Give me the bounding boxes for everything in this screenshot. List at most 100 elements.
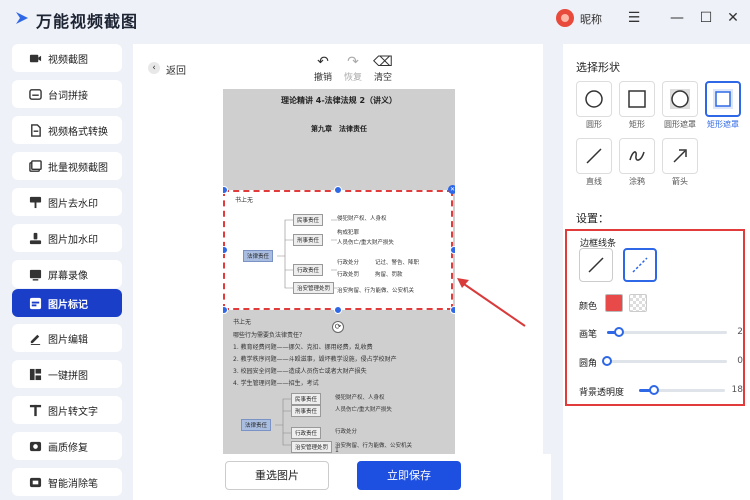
mark-icon — [28, 296, 42, 310]
circle-mask-icon — [670, 89, 690, 109]
sidebar-item-collage[interactable]: 一键拼图 — [12, 360, 122, 388]
doc-line: 2. 教学秩序问题——斗殴滋事，毁坏教学设施，侵占学校财产 — [233, 356, 397, 363]
sidebar-item-image-edit[interactable]: 图片编辑 — [12, 324, 122, 352]
chevron-left-icon[interactable]: ‹ — [148, 62, 160, 74]
shape-scribble-button[interactable] — [619, 138, 655, 174]
selection-rectangle[interactable]: 书上无 法律责任 民事责任 刑事责任 行政责任 治安管理处罚 侵犯财产权、人身权… — [223, 190, 453, 310]
slider-knob[interactable] — [614, 327, 624, 337]
sidebar-item-subtitle[interactable]: 台词拼接 — [12, 80, 122, 108]
red-arrow-annotation — [457, 278, 526, 327]
circle-icon — [585, 90, 603, 108]
minimize-icon[interactable]: — — [667, 8, 687, 28]
brush-size-slider[interactable] — [607, 327, 727, 337]
add-watermark-icon — [28, 231, 42, 245]
shape-label: 圆形遮罩 — [664, 120, 696, 129]
video-icon — [28, 51, 42, 65]
bg-opacity-slider[interactable] — [639, 385, 725, 395]
shape-rectangle-button[interactable] — [619, 81, 655, 117]
maximize-icon[interactable]: ☐ — [696, 8, 716, 28]
redo-icon: ↷ — [347, 54, 359, 70]
doc-title: 理论精讲 4-法律法规 2（讲义） — [280, 96, 398, 105]
corner-radius-slider[interactable] — [602, 356, 727, 366]
sidebar-item-label: 台词拼接 — [48, 90, 88, 102]
mindmap-leaf: 行政处分 — [337, 260, 360, 266]
bg-opacity-label: 背景透明度 — [579, 388, 625, 398]
resize-handle[interactable] — [334, 306, 342, 314]
close-icon[interactable]: ✕ — [448, 185, 455, 194]
doc-question: 哪些行为需要负法律责任？ — [233, 332, 306, 339]
mindmap-leaf: 人员伤亡/重大财产损失 — [337, 240, 394, 246]
rect-mask-icon — [713, 89, 733, 109]
mindmap-leaf: 行政处分 — [335, 429, 358, 435]
sidebar-item-label: 图片加水印 — [48, 234, 98, 246]
sidebar-item-screen-record[interactable]: 屏幕录像 — [12, 260, 122, 288]
sidebar-item-label: 图片标记 — [48, 299, 88, 311]
settings-title: 设置： — [576, 212, 609, 225]
mindmap-branch: 刑事责任 — [291, 405, 322, 417]
mindmap-branch: 刑事责任 — [293, 234, 324, 246]
sidebar-item-label: 屏幕录像 — [48, 270, 88, 282]
redo-button[interactable]: ↷ 恢复 — [336, 54, 370, 83]
sidebar-item-label: 智能消除笔 — [48, 478, 98, 490]
sidebar-item-convert[interactable]: 视频格式转换 — [12, 116, 122, 144]
menu-icon[interactable]: ☰ — [624, 8, 644, 28]
mindmap-leaf: 侵犯财产权、人身权 — [335, 395, 385, 401]
undo-label: 撤销 — [313, 73, 332, 83]
sidebar-item-video-capture[interactable]: 视频截图 — [12, 44, 122, 72]
undo-button[interactable]: ↶ 撤销 — [306, 54, 340, 83]
dashed-line-button[interactable] — [623, 248, 657, 282]
rectangle-icon — [628, 90, 646, 108]
sidebar-item-enhance[interactable]: 画质修复 — [12, 432, 122, 460]
resize-handle[interactable] — [450, 246, 455, 254]
color-swatch-transparent[interactable] — [629, 294, 647, 312]
close-icon[interactable]: ✕ — [723, 8, 743, 28]
eraser-clear-icon: ⌫ — [373, 54, 393, 70]
mindmap-branch: 治安管理处罚 — [291, 441, 333, 453]
remove-watermark-icon — [28, 195, 42, 209]
clear-button[interactable]: ⌫ 清空 — [366, 54, 400, 83]
solid-line-button[interactable] — [579, 248, 613, 282]
save-button[interactable]: 立即保存 — [357, 461, 461, 490]
user-name[interactable]: 昵称 — [580, 11, 602, 27]
mindmap-branch: 治安管理处罚 — [293, 282, 335, 294]
batch-icon — [28, 159, 42, 173]
slider-knob[interactable] — [602, 356, 612, 366]
sidebar-item-add-watermark[interactable]: 图片加水印 — [12, 224, 122, 252]
mindmap-leaf: 构成犯罪 — [337, 230, 360, 236]
rotate-icon[interactable]: ⟳ — [332, 321, 344, 333]
mindmap-leaf: 记过、警告、降职 — [375, 260, 420, 266]
mindmap-branch: 行政责任 — [293, 264, 324, 276]
avatar[interactable] — [556, 9, 574, 27]
shape-line-button[interactable] — [576, 138, 612, 174]
enhance-icon — [28, 439, 42, 453]
shape-circle-mask-button[interactable] — [662, 81, 698, 117]
collage-icon — [28, 367, 42, 381]
brush-size-label: 画笔 — [579, 330, 598, 340]
back-button[interactable]: 返回 — [166, 62, 186, 77]
dashed-line-icon — [632, 257, 648, 273]
doc-line: 4. 学生管理问题——招生，考试 — [233, 380, 319, 387]
eraser-icon — [28, 475, 42, 489]
document-canvas[interactable]: 理论精讲 4-法律法规 2（讲义） 第九章 法律责任 书上无 法律责任 民事责任… — [223, 89, 455, 454]
solid-line-icon — [588, 257, 604, 273]
resize-handle[interactable] — [223, 306, 228, 314]
shape-label: 直线 — [586, 177, 602, 186]
sidebar-item-label: 画质修复 — [48, 442, 88, 454]
doc-chapter: 第九章 法律责任 — [311, 125, 367, 133]
redo-label: 恢复 — [343, 73, 362, 83]
reselect-image-button[interactable]: 重选图片 — [225, 461, 329, 490]
sidebar-item-ocr[interactable]: 图片转文字 — [12, 396, 122, 424]
resize-handle[interactable] — [334, 186, 342, 194]
brush-size-value: 2 — [737, 327, 743, 337]
color-swatch-red[interactable] — [605, 294, 623, 312]
slider-knob[interactable] — [649, 385, 660, 395]
sidebar-item-remove-watermark[interactable]: 图片去水印 — [12, 188, 122, 216]
sidebar-item-batch[interactable]: 批量视频截图 — [12, 152, 122, 180]
shape-rect-mask-button[interactable] — [705, 81, 741, 117]
shape-circle-button[interactable] — [576, 81, 612, 117]
line-icon — [586, 148, 602, 164]
sidebar-item-image-mark[interactable]: 图片标记 — [12, 289, 122, 317]
mindmap-leaf: 治安拘留、行为能做、公安机关 — [337, 288, 415, 294]
sidebar-item-smart-eraser[interactable]: 智能消除笔 — [12, 468, 122, 496]
shape-arrow-button[interactable] — [662, 138, 698, 174]
